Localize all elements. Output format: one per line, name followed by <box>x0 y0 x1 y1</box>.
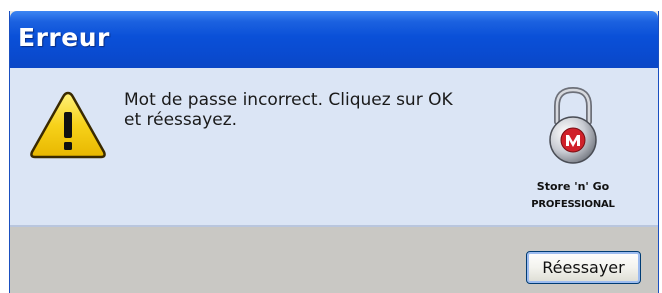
window-title: Erreur <box>18 23 110 52</box>
padlock-icon <box>549 86 597 164</box>
warning-icon <box>30 91 106 159</box>
message-line-2: et réessayez. <box>124 110 238 130</box>
error-message: Mot de passe incorrect. Cliquez sur OK e… <box>124 90 504 130</box>
title-bar[interactable]: Erreur <box>10 11 658 68</box>
brand-tagline: PROFESSIONAL <box>531 199 615 210</box>
message-line-1: Mot de passe incorrect. Cliquez sur OK <box>124 90 453 110</box>
dialog-footer: Réessayer <box>10 227 658 293</box>
brand-logo: Store 'n' Go PROFESSIONAL <box>518 86 628 221</box>
error-dialog: Erreur Mot de passe incorrect. Cliquez s… <box>9 11 659 293</box>
brand-name: Store 'n' Go <box>536 180 610 193</box>
dialog-content: Mot de passe incorrect. Cliquez sur OK e… <box>10 68 658 227</box>
retry-button[interactable]: Réessayer <box>526 251 641 284</box>
